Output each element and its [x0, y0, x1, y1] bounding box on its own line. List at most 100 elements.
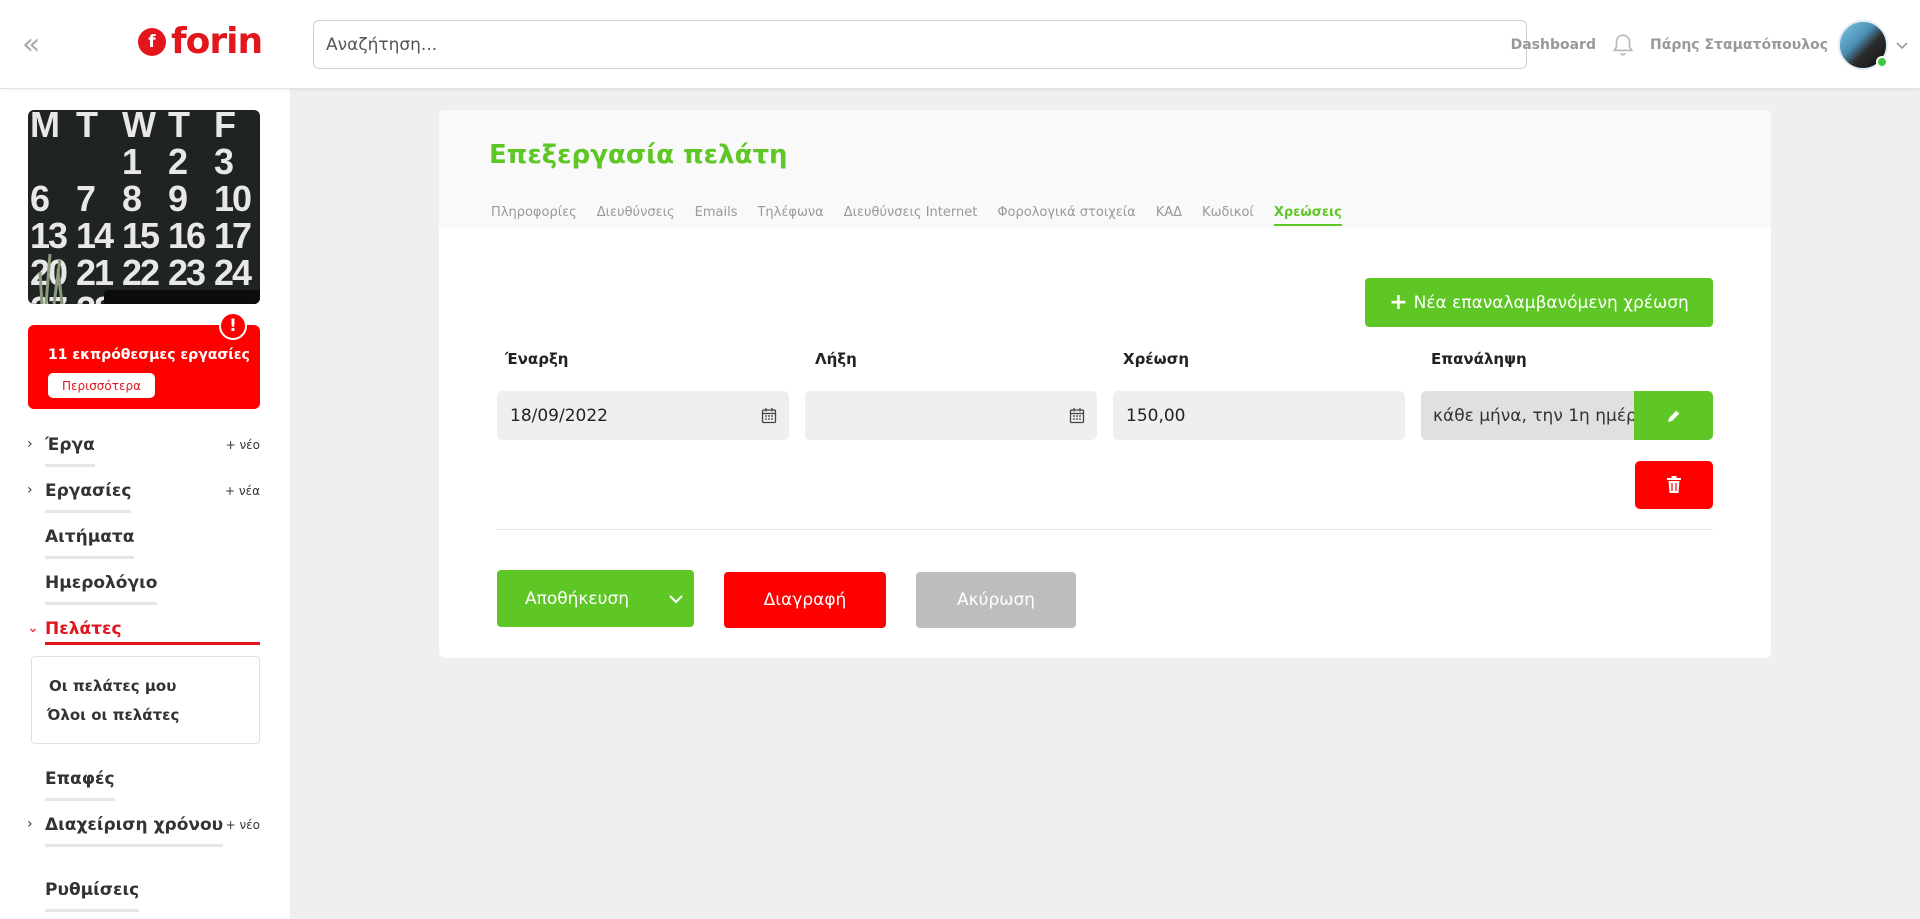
column-header-charge: Χρέωση	[1123, 350, 1190, 368]
tab-addresses[interactable]: Διευθύνσεις	[597, 205, 675, 226]
calendar-number: 7	[76, 178, 96, 219]
sidebar-item-label: Αιτήματα	[45, 526, 135, 559]
new-task-link[interactable]: + νέα	[225, 484, 260, 498]
calendar-number: 22	[122, 252, 160, 293]
page-title: Επεξεργασία πελάτη	[489, 140, 788, 170]
calendar-number: 24	[214, 252, 252, 293]
tab-charges[interactable]: Χρεώσεις	[1273, 205, 1342, 226]
active-indicator	[45, 642, 260, 645]
online-status-icon	[1876, 55, 1888, 68]
calendar-number: 8	[122, 178, 142, 219]
sidebar-item-label: Εργασίες	[45, 480, 132, 513]
calendar-number: 17	[214, 215, 252, 256]
sidebar: MTWTF123678910131415161720212223242728 1…	[0, 89, 290, 919]
calendar-number: 1	[122, 141, 142, 182]
delete-button[interactable]: Διαγραφή	[724, 572, 886, 628]
submenu-item-all-customers[interactable]: Όλοι οι πελάτες	[47, 706, 179, 724]
collapse-sidebar-icon[interactable]: «	[22, 30, 40, 60]
calendar-icon[interactable]	[761, 407, 777, 424]
column-header-repeat: Επανάληψη	[1431, 350, 1527, 368]
logo[interactable]: f forin	[138, 21, 263, 62]
calendar-number: 6	[30, 178, 50, 219]
panel-header: Επεξεργασία πελάτη Πληροφορίες Διευθύνσε…	[439, 110, 1771, 228]
user-name: Πάρης Σταματόπουλος	[1649, 36, 1828, 53]
sidebar-item-projects[interactable]: › Έργα + νέο	[27, 434, 260, 470]
sidebar-item-label: Ρυθμίσεις	[45, 879, 140, 912]
search-input[interactable]	[313, 20, 1527, 69]
sidebar-item-customers[interactable]: ⌄ Πελάτες	[27, 618, 260, 654]
tab-internet-addresses[interactable]: Διευθύνσεις Internet	[844, 205, 978, 226]
sidebar-item-requests[interactable]: Αιτήματα	[45, 526, 260, 562]
sidebar-item-label: Ημερολόγιο	[45, 572, 158, 605]
dashboard-link[interactable]: Dashboard	[1511, 37, 1596, 53]
avatar[interactable]	[1838, 19, 1888, 70]
chevron-down-icon	[668, 594, 683, 603]
plus-icon: +	[1389, 290, 1408, 315]
calendar-number: M	[30, 110, 60, 145]
trash-icon	[1667, 476, 1681, 493]
chevron-down-icon[interactable]	[1894, 37, 1910, 53]
sidebar-item-calendar[interactable]: Ημερολόγιο	[45, 572, 260, 608]
tab-codes[interactable]: Κωδικοί	[1202, 205, 1254, 226]
calendar-number	[30, 143, 76, 180]
cancel-button[interactable]: Ακύρωση	[916, 572, 1076, 628]
chevron-down-icon: ⌄	[27, 620, 39, 636]
calendar-number: 3	[214, 141, 234, 182]
new-project-link[interactable]: + νέο	[226, 438, 260, 452]
customers-submenu: Οι πελάτες μου Όλοι οι πελάτες	[31, 656, 260, 744]
submenu-item-my-customers[interactable]: Οι πελάτες μου	[49, 677, 176, 695]
delete-charge-row-button[interactable]	[1635, 461, 1713, 509]
tab-tax-details[interactable]: Φορολογικά στοιχεία	[997, 205, 1135, 226]
sidebar-item-tasks[interactable]: › Εργασίες + νέα	[27, 480, 260, 516]
calendar-number: T	[168, 110, 190, 145]
new-recurring-charge-button[interactable]: + Νέα επαναλαμβανόμενη χρέωση	[1365, 278, 1713, 327]
pencil-icon	[1667, 409, 1680, 422]
calendar-number: F	[214, 110, 236, 145]
column-header-end: Λήξη	[815, 350, 857, 368]
column-header-start: Έναρξη	[505, 350, 569, 368]
edit-customer-panel: Επεξεργασία πελάτη Πληροφορίες Διευθύνσε…	[439, 110, 1771, 658]
alert-icon: !	[219, 312, 247, 340]
logo-text: forin	[171, 21, 263, 62]
calendar-image: MTWTF123678910131415161720212223242728	[28, 110, 260, 304]
calendar-number: 16	[168, 215, 206, 256]
end-date-field[interactable]	[805, 391, 1097, 440]
overdue-alert-text: 11 εκπρόθεσμες εργασίες	[48, 347, 250, 363]
tab-kad[interactable]: ΚΑΔ	[1156, 205, 1182, 226]
calendar-number: 10	[214, 178, 252, 219]
calendar-number: W	[122, 110, 156, 145]
calendar-number: 23	[168, 252, 206, 293]
save-button[interactable]: Αποθήκευση	[497, 570, 694, 627]
plant-illustration	[38, 253, 64, 304]
sidebar-item-contacts[interactable]: Επαφές	[45, 768, 260, 804]
bell-icon[interactable]	[1610, 32, 1636, 58]
charge-amount-field[interactable]: 150,00	[1113, 391, 1405, 440]
charge-amount-value: 150,00	[1126, 405, 1186, 426]
tab-info[interactable]: Πληροφορίες	[491, 205, 577, 226]
save-label: Αποθήκευση	[524, 588, 630, 609]
sidebar-item-label: Επαφές	[45, 768, 115, 801]
chevron-right-icon: ›	[27, 816, 33, 832]
start-date-field[interactable]: 18/09/2022	[497, 391, 789, 440]
calendar-base	[104, 290, 260, 304]
sidebar-item-label: Έργα	[45, 434, 95, 467]
more-button[interactable]: Περισσότερα	[48, 373, 155, 398]
divider	[497, 529, 1713, 530]
save-options-dropdown[interactable]	[657, 570, 694, 627]
user-area: Dashboard Πάρης Σταματόπουλος	[1511, 0, 1920, 89]
tab-bar: Πληροφορίες Διευθύνσεις Emails Τηλέφωνα …	[491, 205, 1362, 226]
calendar-icon[interactable]	[1069, 407, 1085, 424]
repeat-value: κάθε μήνα, την 1η ημέρα	[1433, 405, 1634, 426]
calendar-number: T	[76, 110, 98, 145]
new-time-entry-link[interactable]: + νέο	[226, 818, 260, 832]
sidebar-item-settings[interactable]: Ρυθμίσεις	[45, 879, 260, 915]
edit-repeat-button[interactable]	[1634, 391, 1713, 440]
logo-mark: f	[138, 28, 166, 56]
tab-phones[interactable]: Τηλέφωνα	[757, 205, 823, 226]
sidebar-item-label: Διαχείριση χρόνου	[45, 814, 224, 847]
chevron-right-icon: ›	[27, 482, 33, 498]
tab-emails[interactable]: Emails	[695, 205, 738, 226]
top-bar: « f forin Dashboard Πάρης Σταματόπουλος	[0, 0, 1920, 89]
sidebar-item-time-management[interactable]: › Διαχείριση χρόνου + νέο	[27, 814, 260, 850]
calendar-number: 15	[122, 215, 160, 256]
